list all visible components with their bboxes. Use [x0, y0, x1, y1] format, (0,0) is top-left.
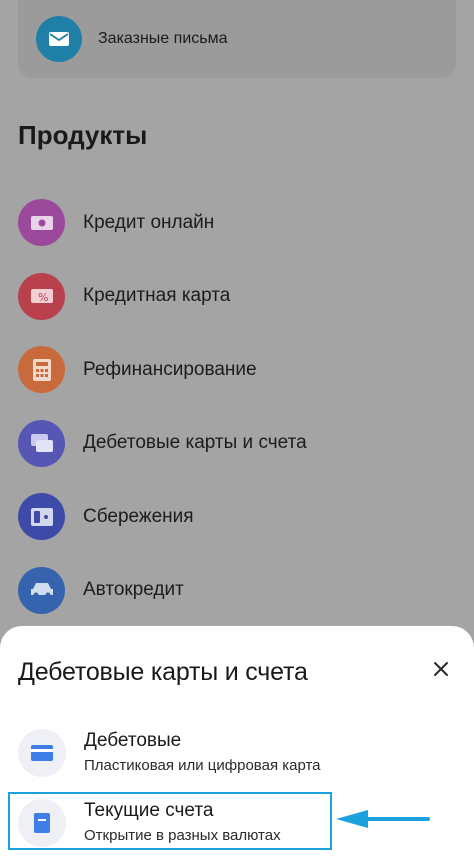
- product-item-refinancing[interactable]: Рефинансирование: [18, 333, 458, 407]
- product-item-car-loan[interactable]: Автокредит: [18, 554, 458, 628]
- product-label: Рефинансирование: [83, 358, 257, 380]
- close-icon: [434, 662, 448, 676]
- product-label: Кредит онлайн: [83, 211, 215, 233]
- product-item-credit-online[interactable]: Кредит онлайн: [18, 186, 458, 260]
- envelope-icon: [36, 16, 82, 62]
- highlight-box: [8, 792, 332, 850]
- option-subtitle: Пластиковая или цифровая карта: [84, 757, 321, 774]
- registered-mail-card[interactable]: Заказные письма: [18, 0, 456, 78]
- calculator-icon: [18, 346, 65, 394]
- arrow-left-icon: [336, 810, 430, 828]
- option-title: Дебетовые: [84, 730, 182, 751]
- product-label: Сбережения: [83, 505, 194, 527]
- wallet-icon: [18, 493, 65, 541]
- products-heading: Продукты: [18, 120, 148, 150]
- product-label: Кредитная карта: [83, 285, 231, 307]
- car-icon: [18, 566, 65, 614]
- product-item-savings[interactable]: Сбережения: [18, 480, 458, 554]
- product-label: Дебетовые карты и счета: [83, 432, 307, 454]
- product-item-credit-card[interactable]: % Кредитная карта: [18, 260, 458, 334]
- close-button[interactable]: [426, 654, 456, 684]
- cash-icon: [18, 199, 65, 247]
- product-label: Автокредит: [83, 579, 184, 601]
- percent-card-icon: %: [18, 272, 65, 320]
- registered-mail-label: Заказные письма: [98, 30, 228, 47]
- cards-icon: [18, 419, 65, 467]
- bottom-sheet: Дебетовые карты и счета Дебетовые Пласти…: [0, 626, 474, 858]
- product-item-debit-cards[interactable]: Дебетовые карты и счета: [18, 407, 458, 481]
- option-debit[interactable]: Дебетовые Пластиковая или цифровая карта: [18, 722, 438, 784]
- card-icon: [18, 729, 66, 777]
- sheet-title: Дебетовые карты и счета: [18, 658, 308, 686]
- svg-text:%: %: [38, 291, 48, 304]
- products-list: Кредит онлайн % Кредитная карта Рефинанс…: [18, 186, 458, 627]
